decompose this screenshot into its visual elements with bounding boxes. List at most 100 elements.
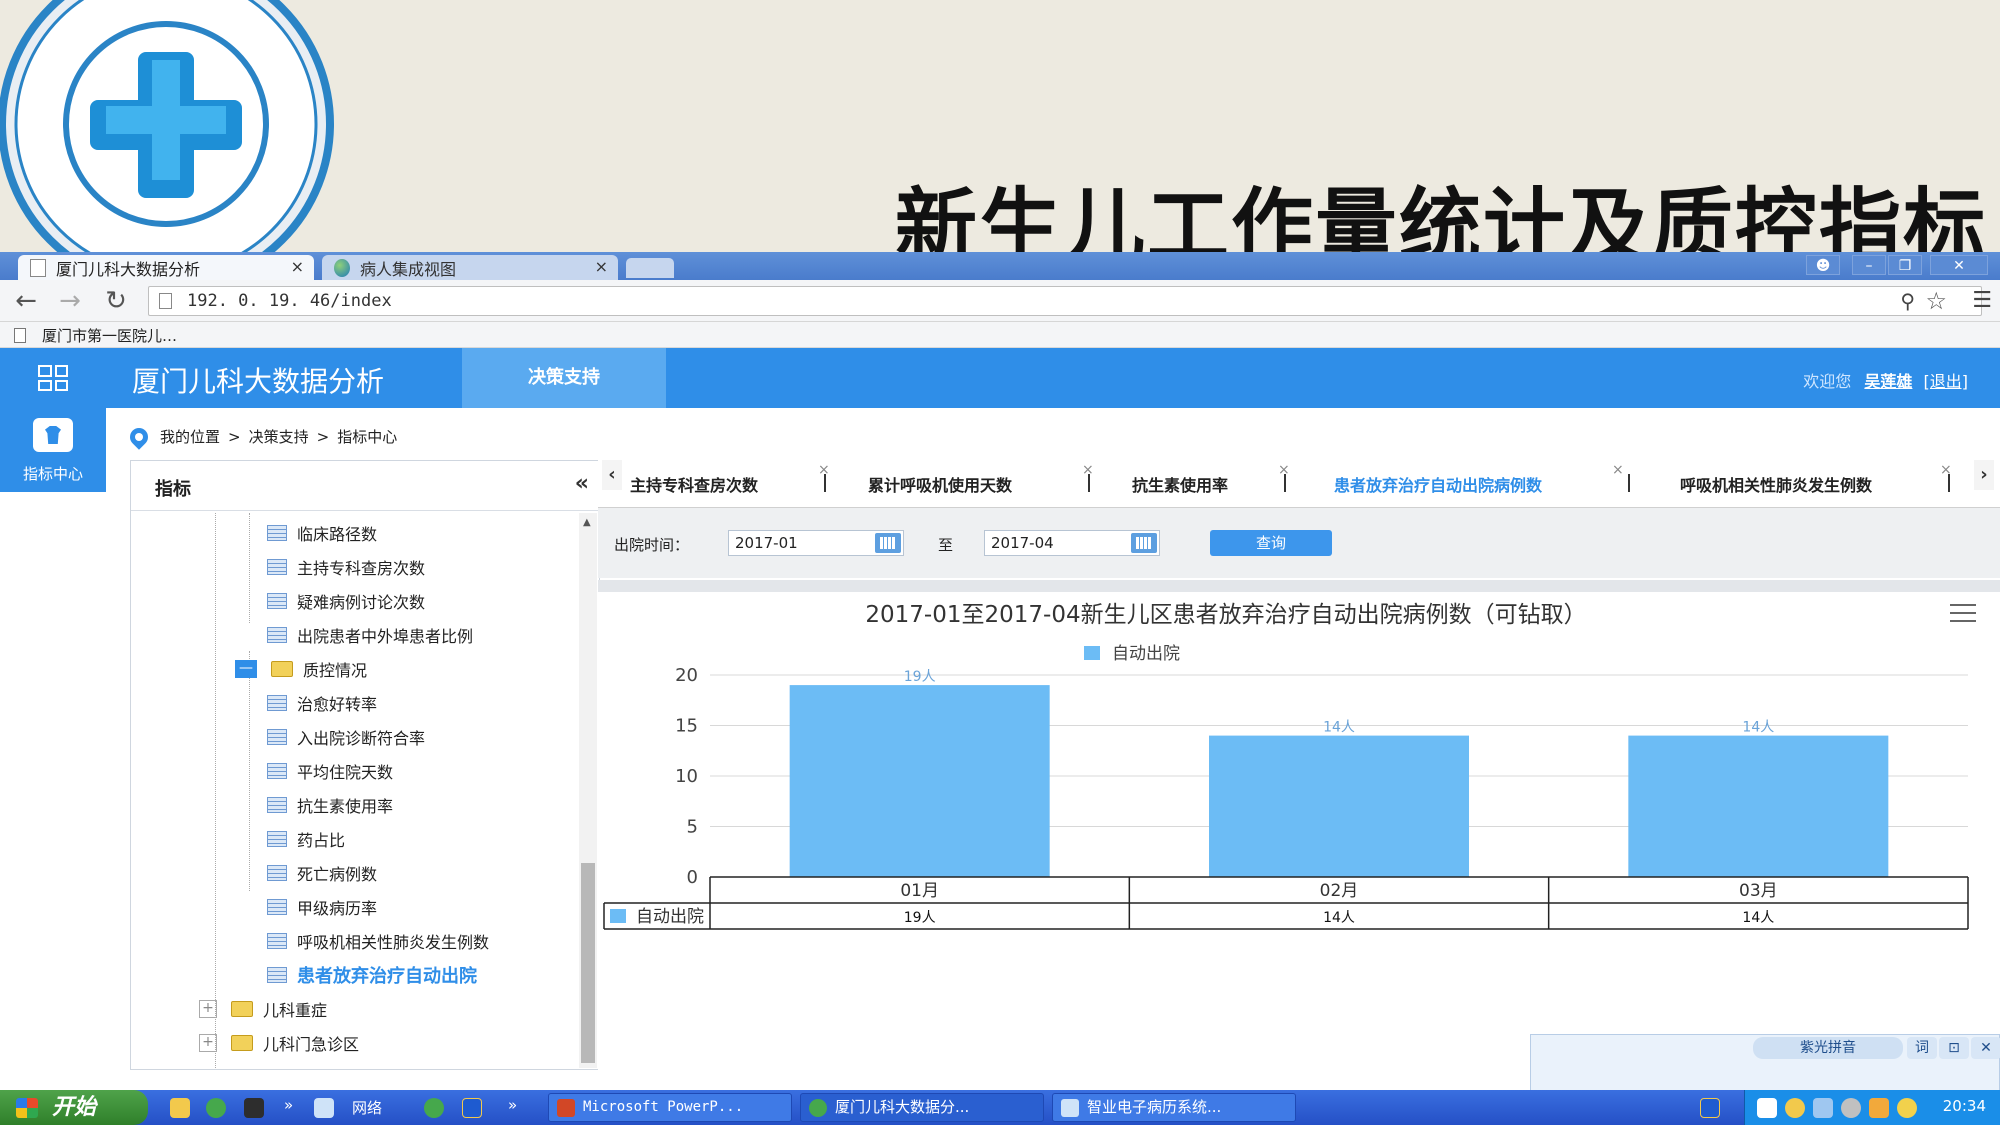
tree-folder-quality-control[interactable]: — 质控情况	[235, 654, 367, 684]
scrollbar-thumb[interactable]	[581, 863, 595, 1063]
main-content: 我的位置 > 决策支持 > 指标中心 指标 « 临床路径数 主持专科查房次数 疑…	[106, 408, 2000, 1090]
calendar-icon[interactable]	[875, 533, 901, 553]
url-text[interactable]: 192. 0. 19. 46/index	[187, 291, 392, 311]
new-tab-button[interactable]	[626, 258, 674, 278]
tab-ventilator-days[interactable]: 累计呼吸机使用天数	[868, 472, 1012, 496]
expand-toggle-icon[interactable]: +	[199, 1000, 217, 1018]
url-input[interactable]: 192. 0. 19. 46/index ⚲ ☆	[148, 286, 1982, 316]
chrome-icon[interactable]	[424, 1098, 444, 1118]
browser-tab-patient-view[interactable]: 病人集成视图 ×	[322, 255, 618, 280]
user-icon[interactable]: ☻	[1806, 255, 1840, 275]
warning-icon[interactable]	[1785, 1098, 1805, 1118]
collapse-toggle-icon[interactable]: —	[235, 660, 257, 678]
date-from-input[interactable]: 2017-01	[728, 530, 904, 556]
overflow-icon[interactable]: »	[508, 1096, 517, 1114]
side-nav-label: 指标中心	[22, 465, 83, 483]
chart-menu-icon[interactable]	[1950, 604, 1976, 622]
expand-toggle-icon[interactable]: +	[199, 1034, 217, 1052]
forward-icon[interactable]: →	[54, 286, 86, 316]
tree-folder-pediatric-emergency[interactable]: + 儿科门急诊区	[199, 1028, 359, 1058]
tree-scrollbar[interactable]: ▲	[579, 513, 597, 1068]
side-nav: 指标中心	[0, 408, 106, 1090]
tab-scroll-left-icon[interactable]: ‹	[602, 460, 622, 490]
close-icon[interactable]: ×	[1612, 462, 1624, 478]
tab-antibiotic-rate[interactable]: 抗生素使用率	[1132, 472, 1228, 496]
breadcrumb-decision[interactable]: 决策支持	[249, 426, 309, 447]
table-icon	[267, 627, 287, 643]
task-bigdata-browser[interactable]: 厦门儿科大数据分...	[800, 1093, 1044, 1122]
ime-name[interactable]: 紫光拼音	[1753, 1037, 1903, 1059]
nav-decision-support[interactable]: 决策支持	[462, 348, 666, 408]
task-powerpoint[interactable]: Microsoft PowerP...	[548, 1093, 792, 1122]
grid-icon[interactable]	[38, 365, 68, 391]
key-icon[interactable]: ⚲	[1900, 289, 1915, 313]
tree-item-avg-stay[interactable]: 平均住院天数	[267, 756, 393, 786]
tree-item-difficult-case[interactable]: 疑难病例讨论次数	[267, 586, 425, 616]
anchor-icon[interactable]	[462, 1098, 482, 1118]
menu-icon[interactable]: ☰	[1972, 288, 1992, 313]
user-name-link[interactable]: 吴莲雄	[1864, 372, 1912, 391]
task-label: 厦门儿科大数据分...	[835, 1098, 970, 1116]
close-window-icon[interactable]: ✕	[1930, 255, 1988, 275]
maximize-icon[interactable]: ❐	[1888, 255, 1922, 275]
date-to-input[interactable]: 2017-04	[984, 530, 1160, 556]
app-tray-icon[interactable]	[1897, 1098, 1917, 1118]
network-icon[interactable]	[314, 1098, 334, 1118]
shield-icon[interactable]	[1869, 1098, 1889, 1118]
folder-icon[interactable]	[170, 1098, 190, 1118]
table-icon	[267, 763, 287, 779]
ime-close-button[interactable]: ✕	[1971, 1037, 2000, 1059]
network-tray-icon[interactable]	[1813, 1098, 1833, 1118]
tree-item-clinical-path[interactable]: 临床路径数	[267, 518, 377, 548]
collapse-icon[interactable]: «	[575, 471, 589, 496]
tree-item-vap-cases[interactable]: 呼吸机相关性肺炎发生例数	[267, 926, 489, 956]
tab-ward-round[interactable]: 主持专科查房次数	[630, 472, 758, 496]
y-tick-label: 20	[675, 665, 698, 686]
browser-tab-bigdata[interactable]: 厦门儿科大数据分析 ×	[18, 255, 314, 280]
tree-item-death-cases[interactable]: 死亡病例数	[267, 858, 377, 888]
table-icon	[267, 797, 287, 813]
scroll-up-icon[interactable]: ▲	[583, 517, 591, 528]
close-icon[interactable]: ×	[595, 257, 608, 276]
start-button[interactable]: 开始	[0, 1090, 148, 1125]
side-nav-indicator-center[interactable]: 指标中心	[0, 408, 106, 492]
folder-icon	[231, 1001, 253, 1017]
overflow-icon[interactable]: »	[284, 1096, 293, 1114]
tree-item-nonlocal-ratio[interactable]: 出院患者中外埠患者比例	[267, 620, 473, 650]
anchor-icon[interactable]	[1700, 1098, 1720, 1118]
tab-scroll-right-icon[interactable]: ›	[1974, 460, 1994, 490]
reload-icon[interactable]: ↻	[100, 286, 132, 316]
logout-link[interactable]: [退出]	[1924, 372, 1969, 391]
ime-window-button[interactable]: ⊡	[1939, 1037, 1969, 1059]
star-icon[interactable]: ☆	[1925, 287, 1947, 315]
tree-item-cure-rate[interactable]: 治愈好转率	[267, 688, 377, 718]
back-icon[interactable]: ←	[10, 286, 42, 316]
calendar-icon[interactable]	[1131, 533, 1157, 553]
close-icon[interactable]: ×	[291, 257, 304, 276]
ime-tray-icon[interactable]	[1757, 1098, 1777, 1118]
tree-folder-pediatric-icu[interactable]: + 儿科重症	[199, 994, 327, 1024]
network-label[interactable]: 网络	[352, 1097, 382, 1118]
x-tick-label: 03月	[1739, 881, 1778, 901]
tree-item-grade-a-records[interactable]: 甲级病历率	[267, 892, 377, 922]
tree-item-ward-round[interactable]: 主持专科查房次数	[267, 552, 425, 582]
desktop-icon[interactable]	[244, 1098, 264, 1118]
tree-item-drug-ratio[interactable]: 药占比	[267, 824, 345, 854]
discharge-time-label: 出院时间：	[614, 536, 690, 554]
tree-item-label: 患者放弃治疗自动出院	[297, 966, 477, 987]
browser-icon[interactable]	[206, 1098, 226, 1118]
breadcrumb-indicator-center[interactable]: 指标中心	[337, 426, 397, 447]
tree-item-antibiotic-rate[interactable]: 抗生素使用率	[267, 790, 393, 820]
tree-item-label: 临床路径数	[297, 525, 378, 544]
tab-vap-cases[interactable]: 呼吸机相关性肺炎发生例数	[1680, 472, 1872, 496]
task-emr[interactable]: 智业电子病历系统...	[1052, 1093, 1296, 1122]
volume-icon[interactable]	[1841, 1098, 1861, 1118]
tab-abandon-treatment[interactable]: 患者放弃治疗自动出院病例数	[1334, 472, 1542, 496]
query-button[interactable]: 查询	[1210, 530, 1332, 556]
ime-word-button[interactable]: 词	[1907, 1037, 1937, 1059]
bookmark-item[interactable]: 厦门市第一医院儿…	[14, 325, 177, 346]
tree-item-diagnosis-match[interactable]: 入出院诊断符合率	[267, 722, 425, 752]
table-icon	[267, 865, 287, 881]
minimize-icon[interactable]: –	[1852, 255, 1886, 275]
tree-item-abandon-treatment[interactable]: 患者放弃治疗自动出院	[267, 960, 573, 990]
